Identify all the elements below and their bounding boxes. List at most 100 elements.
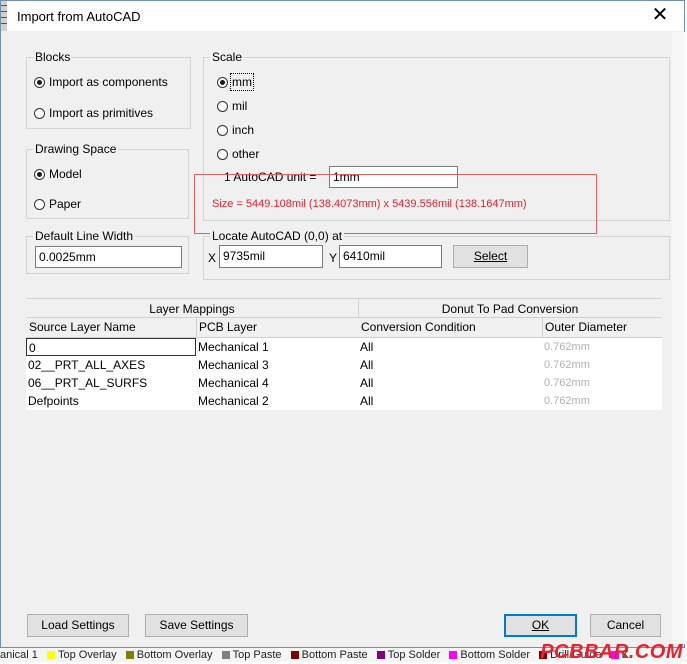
radio-import-components[interactable]: Import as components: [34, 74, 168, 90]
source-layer-cell[interactable]: Defpoints: [26, 392, 196, 410]
outer-diameter-cell: 0.762mm: [544, 395, 590, 407]
radio-scale-inch[interactable]: inch: [217, 122, 254, 138]
layer-tab[interactable]: Bottom Paste: [285, 649, 368, 661]
line-width-input[interactable]: 0.0025mm: [35, 246, 182, 268]
layer-tab-label: Bottom Overlay: [136, 649, 213, 661]
layer-tab-label: Bottom Solder: [460, 649, 531, 661]
title-bar[interactable]: Import from AutoCAD ✕: [1, 1, 684, 31]
blocks-group: Blocks Import as components Import as pr…: [26, 49, 191, 129]
radio-unselected-icon[interactable]: [217, 124, 228, 136]
layer-color-swatch: [221, 651, 230, 660]
ok-button[interactable]: OK: [504, 614, 577, 637]
header-layer-mappings: Layer Mappings: [26, 298, 358, 318]
load-settings-button[interactable]: Load Settings: [27, 614, 129, 637]
table-row[interactable]: 06__PRT_AL_SURFS Mechanical 4 All 0.762m…: [26, 374, 662, 392]
pcb-layer-cell[interactable]: Mechanical 3: [196, 356, 358, 374]
layer-color-swatch: [290, 651, 299, 660]
radio-selected-icon[interactable]: [34, 76, 45, 88]
layer-tab-label: Top Paste: [232, 649, 282, 661]
size-readout: Size = 5449.108mil (138.4073mm) x 5439.5…: [212, 198, 527, 210]
header-donut-conversion: Donut To Pad Conversion: [358, 298, 662, 318]
line-width-label: Default Line Width: [33, 228, 136, 244]
radio-paper[interactable]: Paper: [34, 196, 81, 212]
locate-label: Locate AutoCAD (0,0) at: [210, 228, 345, 244]
radio-scale-mm[interactable]: mm: [217, 73, 254, 91]
import-primitives-label: Import as primitives: [49, 106, 154, 120]
layer-tab[interactable]: Top Solder: [371, 649, 441, 661]
radio-import-primitives[interactable]: Import as primitives: [34, 105, 153, 121]
conversion-condition-cell[interactable]: All: [358, 392, 542, 410]
radio-unselected-icon[interactable]: [34, 198, 45, 210]
outer-diameter-cell: 0.762mm: [544, 377, 590, 389]
radio-model[interactable]: Model: [34, 166, 82, 182]
column-pcb-layer[interactable]: PCB Layer: [196, 318, 358, 338]
layer-color-swatch: [125, 651, 134, 660]
select-button[interactable]: Select: [453, 245, 528, 268]
scale-mm-label: mm: [230, 73, 254, 91]
drawing-space-label: Drawing Space: [33, 141, 119, 157]
save-settings-button[interactable]: Save Settings: [145, 614, 248, 637]
radio-scale-mil[interactable]: mil: [217, 98, 247, 114]
radio-unselected-icon[interactable]: [217, 148, 228, 160]
layer-tab-label: anical 1: [0, 649, 38, 661]
table-row[interactable]: 02__PRT_ALL_AXES Mechanical 3 All 0.762m…: [26, 356, 662, 374]
source-layer-cell[interactable]: 02__PRT_ALL_AXES: [26, 356, 196, 374]
y-coordinate-input[interactable]: 6410mil: [339, 245, 442, 268]
column-outer-diameter[interactable]: Outer Diameter: [542, 318, 662, 338]
pcb-layer-cell[interactable]: Mechanical 2: [196, 392, 358, 410]
column-source-layer[interactable]: Source Layer Name: [26, 318, 196, 338]
scale-label: Scale: [210, 49, 245, 65]
conversion-condition-cell[interactable]: All: [358, 356, 542, 374]
radio-unselected-icon[interactable]: [34, 107, 45, 119]
radio-selected-icon[interactable]: [34, 168, 45, 180]
table-row[interactable]: 0 Mechanical 1 All 0.762mm: [26, 338, 662, 356]
table-body: 0 Mechanical 1 All 0.762mm 02__PRT_ALL_A…: [26, 338, 662, 410]
left-edge-ruler: [1, 1, 7, 31]
paper-label: Paper: [49, 197, 82, 211]
radio-unselected-icon[interactable]: [217, 100, 228, 112]
ok-button-label: OK: [531, 618, 550, 632]
scale-other-label: other: [232, 147, 260, 161]
dialog-content: Blocks Import as components Import as pr…: [10, 32, 672, 644]
layer-color-swatch: [46, 651, 55, 660]
y-label: Y: [329, 251, 338, 265]
layer-tab-label: Top Overlay: [57, 649, 117, 661]
cancel-button[interactable]: Cancel: [590, 614, 661, 637]
x-coordinate-input[interactable]: 9735mil: [219, 245, 323, 268]
layer-tab[interactable]: Top Overlay: [41, 649, 117, 661]
watermark-logo: PCBBAR.COM: [540, 641, 683, 663]
pcb-layer-cell[interactable]: Mechanical 4: [196, 374, 358, 392]
source-layer-cell[interactable]: 06__PRT_AL_SURFS: [26, 374, 196, 392]
column-conversion-condition[interactable]: Conversion Condition: [358, 318, 542, 338]
layer-tab[interactable]: Bottom Solder: [443, 649, 530, 661]
import-autocad-dialog: Import from AutoCAD ✕ Blocks Import as c…: [0, 0, 685, 648]
layer-tab[interactable]: Top Paste: [216, 649, 282, 661]
conversion-condition-cell[interactable]: All: [358, 374, 542, 392]
radio-selected-icon[interactable]: [217, 76, 228, 88]
outer-diameter-cell: 0.762mm: [544, 359, 590, 371]
scrollbar-strip: [672, 32, 685, 644]
layer-tab-label: Bottom Paste: [301, 649, 368, 661]
conversion-condition-cell[interactable]: All: [358, 338, 542, 356]
blocks-label: Blocks: [33, 49, 73, 65]
radio-scale-other[interactable]: other: [217, 146, 259, 162]
dialog-title: Import from AutoCAD: [17, 9, 141, 24]
outer-diameter-cell: 0.762mm: [544, 341, 590, 353]
select-button-label: Select: [473, 249, 508, 263]
layer-color-swatch: [449, 651, 458, 660]
locate-group: Locate AutoCAD (0,0) at X 9735mil Y 6410…: [203, 228, 670, 280]
scale-mil-label: mil: [232, 99, 248, 113]
layer-tab[interactable]: Bottom Overlay: [120, 649, 213, 661]
close-icon[interactable]: ✕: [650, 4, 670, 26]
layer-tab-label: Top Solder: [387, 649, 441, 661]
line-width-group: Default Line Width 0.0025mm: [26, 228, 189, 274]
x-label: X: [208, 251, 217, 265]
pcb-layer-cell[interactable]: Mechanical 1: [196, 338, 358, 356]
import-components-label: Import as components: [49, 75, 168, 89]
drawing-space-group: Drawing Space Model Paper: [26, 141, 189, 219]
table-row[interactable]: Defpoints Mechanical 2 All 0.762mm: [26, 392, 662, 410]
layer-color-swatch: [376, 651, 385, 660]
scale-inch-label: inch: [232, 123, 255, 137]
layer-tab[interactable]: anical 1: [0, 649, 38, 661]
source-layer-cell[interactable]: 0: [26, 338, 196, 356]
